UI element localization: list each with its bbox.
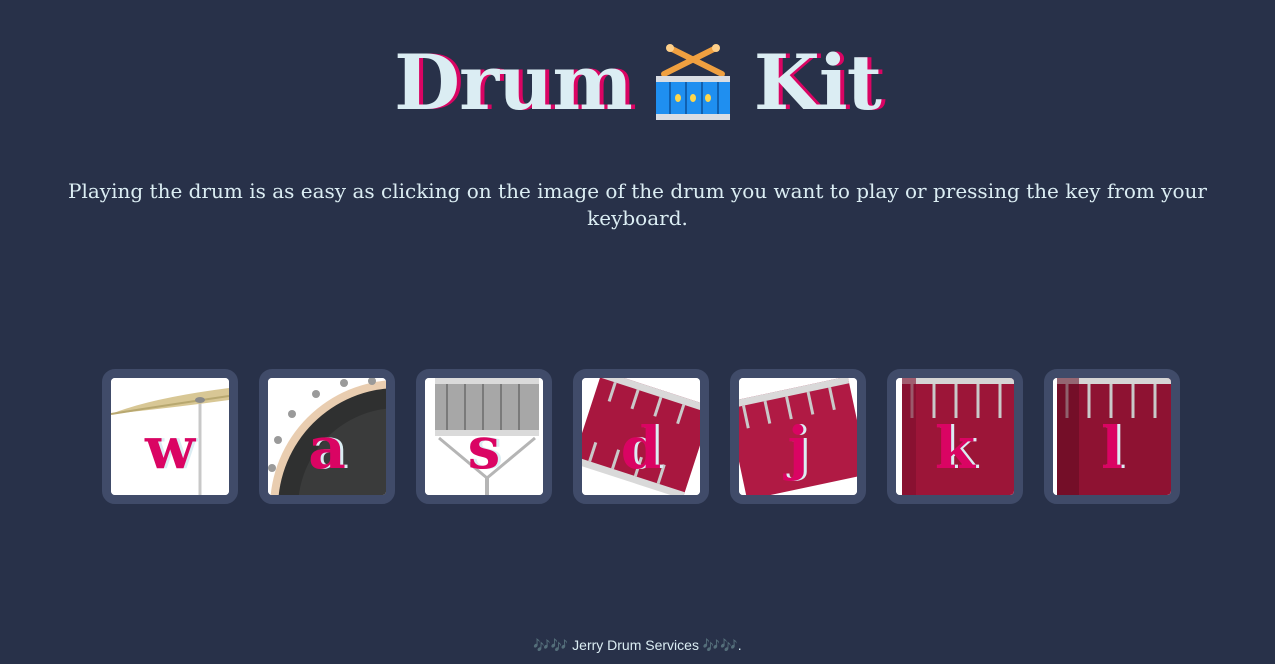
drum-key-label: s bbox=[467, 414, 501, 482]
drum-key-label: k bbox=[934, 414, 976, 482]
drum-button-s[interactable]: s bbox=[416, 369, 552, 504]
drum-key-label: l bbox=[1100, 414, 1124, 482]
drum-key-label: d bbox=[620, 414, 662, 482]
page: Drum Kit Playing the drum is as easy as … bbox=[0, 0, 1275, 664]
instructions-text: Playing the drum is as easy as clicking … bbox=[68, 179, 1207, 230]
drum-button-a[interactable]: a bbox=[259, 369, 395, 504]
page-title: Drum Kit bbox=[0, 40, 1275, 126]
drum-key-label: j bbox=[787, 414, 809, 482]
footer-period: . bbox=[737, 637, 742, 653]
drum-button-d[interactable]: d bbox=[573, 369, 709, 504]
title-word-drum: Drum bbox=[394, 38, 633, 127]
footer: 🎶🎶 Jerry Drum Services 🎶🎶. bbox=[0, 637, 1275, 654]
drum-button-l[interactable]: l bbox=[1044, 369, 1180, 504]
drum-button-k[interactable]: k bbox=[887, 369, 1023, 504]
drum-button-w[interactable]: w bbox=[102, 369, 238, 504]
music-notes-icon: 🎶🎶 bbox=[702, 637, 738, 653]
drum-key-label: w bbox=[145, 414, 195, 482]
music-notes-icon: 🎶🎶 bbox=[533, 637, 569, 653]
drum-set: w a s d j k l bbox=[102, 369, 1180, 504]
title-word-kit: Kit bbox=[753, 38, 882, 127]
drum-key-label: a bbox=[308, 414, 346, 482]
footer-text: Jerry Drum Services bbox=[572, 637, 699, 653]
drum-button-j[interactable]: j bbox=[730, 369, 866, 504]
drum-emoji-icon bbox=[655, 44, 730, 120]
